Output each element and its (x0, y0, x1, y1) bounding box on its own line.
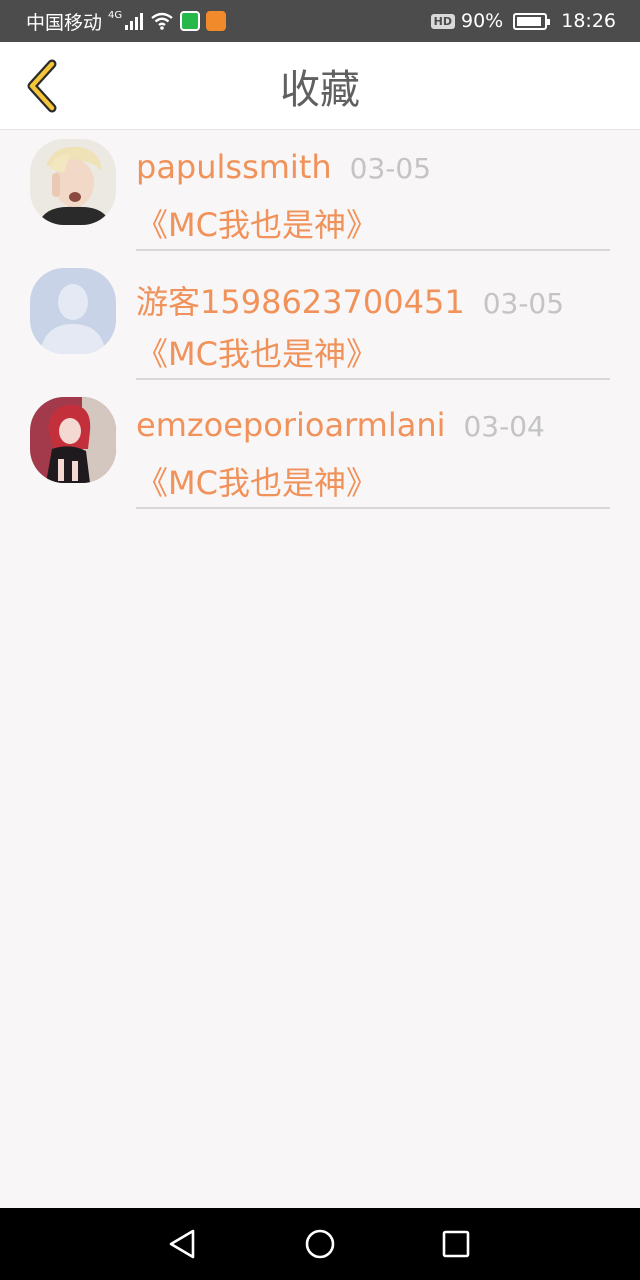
circle-home-icon (305, 1229, 335, 1259)
item-date: 03-05 (482, 287, 565, 320)
favorites-list: papulssmith 03-05 《MC我也是神》 游客159862370045… (0, 130, 640, 517)
default-person-icon (30, 268, 116, 354)
system-back-button[interactable] (164, 1226, 200, 1262)
divider (136, 249, 610, 251)
avatar[interactable] (30, 268, 116, 354)
wifi-icon (151, 12, 173, 30)
status-left: 中国移动 4G (26, 8, 227, 35)
item-date: 03-05 (349, 152, 432, 185)
app-icon-orange (206, 11, 227, 31)
item-date: 03-04 (463, 410, 545, 443)
user-photo-icon (30, 139, 116, 225)
page-title: 收藏 (280, 67, 360, 113)
list-item[interactable]: emzoeporioarmlani 03-04 《MC我也是神》 (0, 388, 640, 517)
system-nav-bar (0, 1208, 640, 1280)
status-bar: 中国移动 4G HD 90% 18:26 (0, 0, 640, 42)
avatar[interactable] (30, 397, 116, 483)
signal-icon (125, 13, 144, 30)
status-right: HD 90% 18:26 (430, 10, 616, 32)
user-photo-icon (30, 397, 116, 483)
item-title[interactable]: 《MC我也是神》 (136, 200, 378, 246)
title-bar: 收藏 (0, 42, 640, 130)
item-title[interactable]: 《MC我也是神》 (136, 458, 378, 504)
list-item[interactable]: papulssmith 03-05 《MC我也是神》 (0, 130, 640, 259)
item-username: emzoeporioarmlani 03-04 (136, 406, 545, 444)
divider (136, 507, 610, 509)
list-item[interactable]: 游客1598623700451 03-05 《MC我也是神》 (0, 259, 640, 388)
username-text: emzoeporioarmlani (136, 406, 446, 444)
system-home-button[interactable] (302, 1226, 338, 1262)
system-recents-button[interactable] (438, 1226, 474, 1262)
avatar[interactable] (30, 139, 116, 225)
battery-fill (517, 16, 541, 26)
clock: 18:26 (561, 10, 616, 32)
square-recents-icon (442, 1230, 470, 1258)
divider (136, 378, 610, 380)
triangle-back-icon (169, 1229, 195, 1259)
hd-badge: HD (430, 13, 455, 29)
network-type: 4G (108, 9, 123, 21)
battery-icon (513, 12, 551, 30)
app-icon-green (180, 11, 201, 31)
battery-percent: 90% (461, 10, 504, 32)
username-text: 游客1598623700451 (136, 283, 465, 321)
item-title[interactable]: 《MC我也是神》 (136, 329, 378, 375)
item-username: papulssmith 03-05 (136, 148, 431, 186)
carrier-label: 中国移动 (26, 11, 103, 34)
username-text: papulssmith (136, 148, 332, 186)
item-username: 游客1598623700451 03-05 (136, 277, 564, 323)
